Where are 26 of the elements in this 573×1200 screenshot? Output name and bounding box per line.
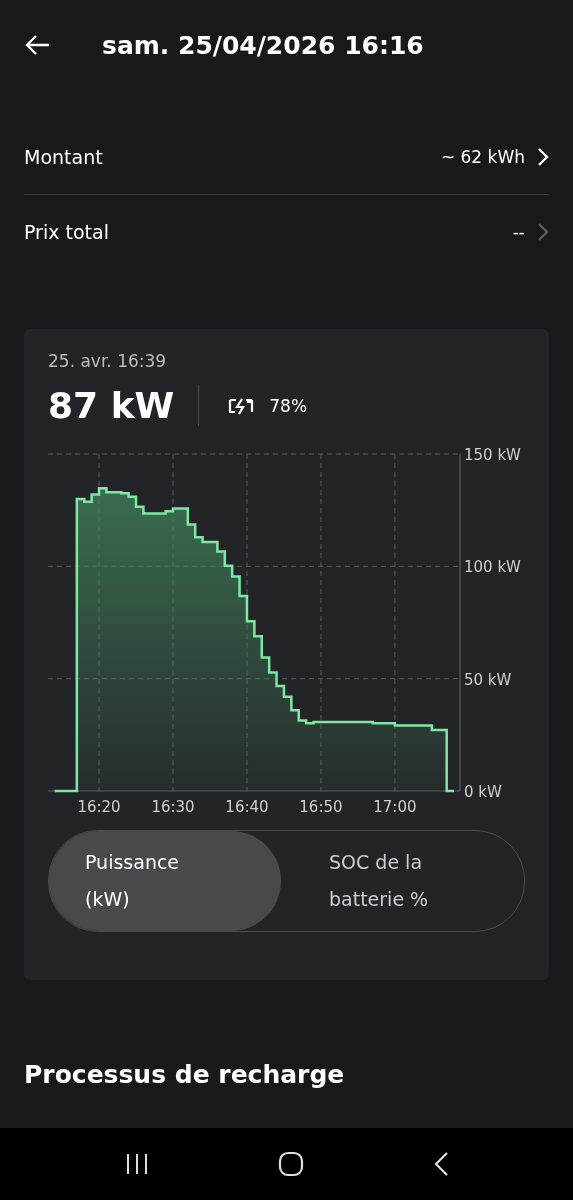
toggle-option[interactable]: Puissance (kW) bbox=[49, 831, 281, 931]
recent-apps-button[interactable] bbox=[124, 1153, 149, 1175]
battery-percentage: 78% bbox=[269, 395, 308, 416]
axis-label: 100 kW bbox=[464, 558, 521, 577]
back-icon bbox=[24, 34, 50, 56]
page-title: sam. 25/04/2026 16:16 bbox=[102, 30, 424, 60]
axis-label: 150 kW bbox=[464, 446, 521, 464]
back-nav-button[interactable] bbox=[432, 1151, 449, 1177]
axis-label: 16:30 bbox=[151, 798, 195, 816]
detail-row[interactable]: Montant ~ 62 kWh bbox=[24, 120, 549, 195]
timestamp: 25. avr. 16:39 bbox=[48, 351, 168, 371]
axis-label: 50 kW bbox=[464, 670, 512, 689]
section-title: Processus de recharge bbox=[24, 1060, 346, 1089]
axis-label: 16:40 bbox=[225, 798, 269, 816]
power-value: 87 kW bbox=[48, 385, 200, 426]
back-button[interactable] bbox=[24, 34, 50, 56]
toggle-option[interactable]: SOC de la batterie % bbox=[281, 831, 524, 931]
axis-label: 16:50 bbox=[299, 798, 343, 816]
axis-label: 16:20 bbox=[77, 798, 121, 816]
row-value: -- bbox=[512, 222, 525, 242]
row-label: Montant bbox=[24, 146, 104, 168]
axis-label: 17:00 bbox=[373, 798, 417, 816]
row-value: ~ 62 kWh bbox=[440, 147, 525, 167]
axis-label: 0 kW bbox=[464, 783, 502, 801]
row-label: Prix total bbox=[24, 221, 110, 243]
home-button[interactable] bbox=[277, 1151, 304, 1177]
